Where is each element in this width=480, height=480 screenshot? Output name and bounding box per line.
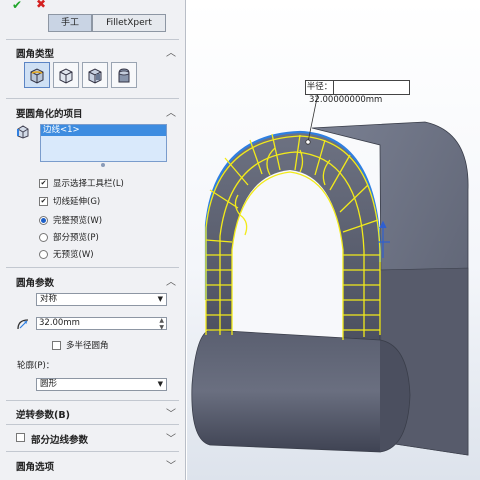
edge-selection-list[interactable]: 边线<1>	[40, 124, 167, 162]
option-label: 切线延伸(G)	[53, 197, 101, 207]
divider	[6, 424, 179, 425]
option-label: 完整预览(W)	[53, 216, 103, 226]
full-round-fillet-button[interactable]	[111, 62, 137, 88]
chevron-down-icon[interactable]: ▼	[158, 294, 163, 305]
callout-value[interactable]: 32.00000000mm	[306, 95, 382, 105]
variable-size-fillet-button[interactable]	[53, 62, 79, 88]
checkbox-checked[interactable]: ✔	[39, 178, 48, 188]
input-value: 32.00mm	[39, 318, 80, 328]
chevron-down-icon[interactable]: ﹀	[166, 457, 176, 472]
option-label: 显示选择工具栏(L)	[53, 179, 124, 189]
section-title: 圆角类型	[16, 49, 55, 60]
resize-handle[interactable]	[101, 163, 105, 167]
fillet-method-select[interactable]: 对称 ▼	[36, 293, 167, 306]
partial-preview-option[interactable]: 部分预览(P)	[39, 231, 99, 243]
mode-tabs: 手工 FilletXpert	[48, 14, 166, 34]
multi-radius-option[interactable]: 多半径圆角	[52, 339, 109, 351]
chevron-up-icon[interactable]: ︿	[166, 44, 176, 59]
section-fillet-options[interactable]: 圆角选项 ﹀	[0, 457, 186, 473]
list-item[interactable]: 边线<1>	[41, 125, 166, 136]
section-title: 部分边线参数	[31, 435, 89, 446]
tab-filletxpert[interactable]: FilletXpert	[92, 14, 166, 32]
chevron-up-icon[interactable]: ︿	[166, 273, 176, 288]
radius-icon	[17, 319, 29, 330]
section-title: 逆转参数(B)	[16, 410, 70, 421]
tab-manual[interactable]: 手工	[48, 14, 92, 32]
divider	[6, 400, 179, 401]
radius-input[interactable]: 32.00mm ▲ ▼	[36, 317, 167, 331]
edge-selection-icon	[17, 125, 29, 139]
divider	[6, 267, 179, 268]
checkbox[interactable]	[16, 433, 25, 442]
section-title: 圆角选项	[16, 462, 55, 473]
x-icon[interactable]: ✖	[36, 0, 48, 10]
radio[interactable]	[39, 249, 48, 259]
radius-callout[interactable]: 半径：32.00000000mm	[305, 80, 410, 105]
profile-label: 轮廓(P)：	[17, 361, 55, 371]
section-fillet-type[interactable]: 圆角类型 ︿	[0, 44, 186, 60]
select-value: 圆形	[40, 379, 58, 389]
option-label: 部分预览(P)	[53, 233, 99, 243]
option-label: 无预览(W)	[53, 250, 94, 260]
bottom-cylinder	[191, 329, 403, 453]
section-title: 要圆角化的项目	[16, 109, 83, 120]
full-preview-option[interactable]: 完整预览(W)	[39, 214, 102, 226]
section-reverse-params[interactable]: 逆转参数(B) ﹀	[0, 405, 186, 421]
checkbox[interactable]	[52, 340, 61, 350]
radio-selected[interactable]	[39, 215, 48, 225]
part-model[interactable]	[187, 0, 480, 480]
section-items-to-fillet[interactable]: 要圆角化的项目 ︿	[0, 104, 186, 120]
show-toolbar-option[interactable]: ✔ 显示选择工具栏(L)	[39, 177, 124, 189]
section-fillet-params[interactable]: 圆角参数 ︿	[0, 273, 186, 289]
checkmark-icon[interactable]: ✔	[12, 0, 24, 11]
callout-handle[interactable]	[305, 139, 311, 145]
divider	[6, 39, 179, 40]
divider	[6, 98, 179, 99]
checkbox-checked[interactable]: ✔	[39, 196, 48, 206]
constant-size-fillet-button[interactable]	[24, 62, 50, 88]
graphics-viewport[interactable]	[187, 0, 480, 480]
fillet-type-buttons	[24, 62, 137, 88]
option-label: 多半径圆角	[66, 341, 109, 351]
divider	[6, 451, 179, 452]
face-fillet-button[interactable]	[82, 62, 108, 88]
no-preview-option[interactable]: 无预览(W)	[39, 248, 94, 260]
profile-select[interactable]: 圆形 ▼	[36, 378, 167, 391]
callout-label: 半径：	[306, 81, 334, 94]
radio[interactable]	[39, 232, 48, 242]
chevron-down-icon[interactable]: ▼	[158, 379, 163, 390]
tangent-propagation-option[interactable]: ✔ 切线延伸(G)	[39, 195, 100, 207]
select-value: 对称	[40, 294, 58, 304]
section-title: 圆角参数	[16, 278, 55, 289]
spin-arrows-icon[interactable]: ▲ ▼	[159, 317, 164, 331]
property-manager-panel: ✔ ✖ 手工 FilletXpert 圆角类型 ︿ 要圆角化的项目 ︿ 边线<1…	[0, 0, 186, 480]
chevron-up-icon[interactable]: ︿	[166, 104, 176, 119]
chevron-down-icon[interactable]: ﹀	[166, 405, 176, 420]
section-partial-edge-params[interactable]: 部分边线参数 ﹀	[0, 430, 186, 446]
chevron-down-icon[interactable]: ﹀	[166, 430, 176, 445]
panel-toolbar: ✔ ✖	[0, 0, 185, 12]
